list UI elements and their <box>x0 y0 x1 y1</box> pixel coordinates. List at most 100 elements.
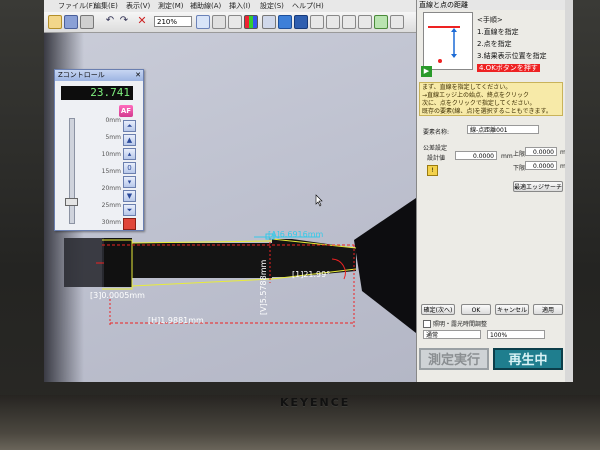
zoom-select[interactable]: 210% <box>154 16 192 27</box>
autofocus-button[interactable]: AF <box>119 105 133 117</box>
upper-input[interactable]: 0.0000 <box>525 147 557 156</box>
diagram-icon <box>428 26 460 63</box>
hint-line-3: 次に、点をクリックで指定してください。 <box>422 100 536 107</box>
lighting-checkbox[interactable] <box>423 320 431 328</box>
hint-line-4: 既存の要素(線、点)を選択することもできます。 <box>422 108 552 115</box>
z-panel-title: Zコントロール <box>55 70 143 81</box>
redo-icon[interactable]: ↷ <box>118 15 130 27</box>
menu-edit[interactable]: 編集(E) <box>94 1 118 11</box>
edge-bottom-line <box>131 278 273 287</box>
brand-logo: KEYENCE <box>280 396 351 409</box>
grid-icon[interactable] <box>310 15 324 29</box>
screen: ファイル(F) 編集(E) 表示(V) 測定(M) 補助線(A) 挿入(I) 設… <box>44 0 566 382</box>
cancel-button[interactable]: キャンセル <box>495 304 529 315</box>
image-icon[interactable] <box>228 15 242 29</box>
menu-measure[interactable]: 測定(M) <box>158 1 184 11</box>
z-down-icon[interactable]: ▼ <box>123 190 136 202</box>
lower-input[interactable]: 0.0000 <box>525 161 557 170</box>
mouse-cursor-icon <box>315 194 323 207</box>
zoom-fit-icon[interactable] <box>196 15 210 29</box>
confirm-next-button[interactable]: 確定(次へ) <box>421 304 455 315</box>
hint-box: まず、直線を指定してください。 →直線エッジ上の始点、終点をクリック 次に、点を… <box>419 82 563 116</box>
toolbar: ↶ ↷ ✕ 210% <box>44 12 416 33</box>
label-point-distance: [3]0.0005mm <box>90 291 145 300</box>
close-icon[interactable]: ✕ <box>135 71 141 79</box>
design-value-input[interactable]: 0.0000 <box>455 151 497 160</box>
menu-bar: ファイル(F) 編集(E) 表示(V) 測定(M) 補助線(A) 挿入(I) 設… <box>44 0 416 12</box>
ok-button[interactable]: OK <box>461 304 491 315</box>
magnifier-icon[interactable] <box>212 15 226 29</box>
upper-label: 上限 <box>513 151 526 158</box>
z-tick-30: 30mm <box>101 219 121 226</box>
menu-file[interactable]: ファイル(F) <box>58 1 96 11</box>
steps-header: <手順> <box>477 16 503 24</box>
label-vertical: [V]5.5788mm <box>259 260 268 316</box>
menu-settings[interactable]: 設定(S) <box>260 1 284 11</box>
z-tick-20: 20mm <box>101 185 121 192</box>
z-tick-10: 10mm <box>101 151 121 158</box>
color-channel-icon[interactable] <box>244 15 258 29</box>
z-tick-25: 25mm <box>101 202 121 209</box>
label-a: [A]6.6916mm <box>268 230 324 239</box>
measurement-panel: 直線と点の距離 <手順> 1.直線を指定 2.点を指定 3.結果表示位置を指定 … <box>416 0 566 382</box>
play-icon[interactable] <box>294 15 308 29</box>
design-label: 設計値 <box>427 155 446 162</box>
name-label: 要素名称: <box>423 129 450 136</box>
warning-icon: ! <box>427 165 438 176</box>
apply-button[interactable]: 適用 <box>533 304 563 315</box>
z-tick-5: 5mm <box>105 134 121 141</box>
camera-icon[interactable] <box>374 15 388 29</box>
z-up-fast-icon[interactable]: ⏶ <box>123 120 136 132</box>
z-stop-icon[interactable] <box>123 218 136 230</box>
menu-help[interactable]: ヘルプ(H) <box>292 1 324 11</box>
z-down-fast-icon[interactable]: ⏷ <box>123 204 136 216</box>
z-down-step-icon[interactable]: ▾ <box>123 176 136 188</box>
step-4: 4.OKボタンを押す <box>477 64 540 72</box>
mode-select[interactable]: 通常 <box>423 330 481 339</box>
image-viewport[interactable]: [A]6.6916mm [1]21.99° [3]0.0005mm [H]1.9… <box>44 33 416 382</box>
calibrate-icon[interactable] <box>342 15 356 29</box>
hint-line-2: →直線エッジ上の始点、終点をクリック <box>422 92 530 99</box>
scrollbar[interactable] <box>565 0 573 382</box>
undo-icon[interactable]: ↶ <box>104 15 116 27</box>
name-input[interactable]: 線-点距離001 <box>467 125 539 134</box>
measure-run-button[interactable]: 測定実行 <box>419 348 489 370</box>
step-play-icon[interactable]: ▶ <box>421 66 432 77</box>
z-control-panel: Zコントロール ✕ 23.741 AF 0mm 5mm 10mm 15mm 20… <box>54 69 144 231</box>
step-3: 3.結果表示位置を指定 <box>477 52 547 60</box>
label-horizontal: [H]1.9881mm <box>148 316 204 325</box>
settings-icon[interactable] <box>390 15 404 29</box>
lighting-checkbox-label: 照明・露光時間調整 <box>433 321 488 328</box>
save-icon[interactable] <box>64 15 78 29</box>
panel-title: 直線と点の距離 <box>417 0 566 10</box>
tolerance-label: 公差設定 <box>423 145 448 152</box>
lighting-icon[interactable] <box>262 15 276 29</box>
open-folder-icon[interactable] <box>48 15 62 29</box>
step-2: 2.点を指定 <box>477 40 512 48</box>
menu-view[interactable]: 表示(V) <box>126 1 150 11</box>
edge-search-button[interactable]: 最適エッジサーチ <box>513 181 563 192</box>
lower-label: 下限 <box>513 165 526 172</box>
steps-list: <手順> 1.直線を指定 2.点を指定 3.結果表示位置を指定 4.OKボタンを… <box>477 14 547 74</box>
z-tick-15: 15mm <box>101 168 121 175</box>
design-unit: mm <box>501 153 513 160</box>
label-angle: [1]21.99° <box>292 270 330 279</box>
measure-mode-icon[interactable] <box>278 15 292 29</box>
z-zero-icon[interactable]: 0 <box>123 162 136 174</box>
z-up-step-icon[interactable]: ▴ <box>123 148 136 160</box>
cone-shape <box>354 198 416 333</box>
z-up-icon[interactable]: ▲ <box>123 134 136 146</box>
delete-icon[interactable]: ✕ <box>136 15 148 27</box>
print-icon[interactable] <box>80 15 94 29</box>
z-tick-0: 0mm <box>105 117 121 124</box>
z-value-display: 23.741 <box>61 86 133 100</box>
z-slider-track[interactable] <box>69 118 75 224</box>
menu-insert[interactable]: 挿入(I) <box>229 1 251 11</box>
playback-button[interactable]: 再生中 <box>493 348 563 370</box>
step-1: 1.直線を指定 <box>477 28 519 36</box>
edge-top-line <box>131 240 273 244</box>
menu-auxline[interactable]: 補助線(A) <box>190 1 221 11</box>
percent-select[interactable]: 100% <box>487 330 545 339</box>
layer-icon[interactable] <box>326 15 340 29</box>
stage-icon[interactable] <box>358 15 372 29</box>
